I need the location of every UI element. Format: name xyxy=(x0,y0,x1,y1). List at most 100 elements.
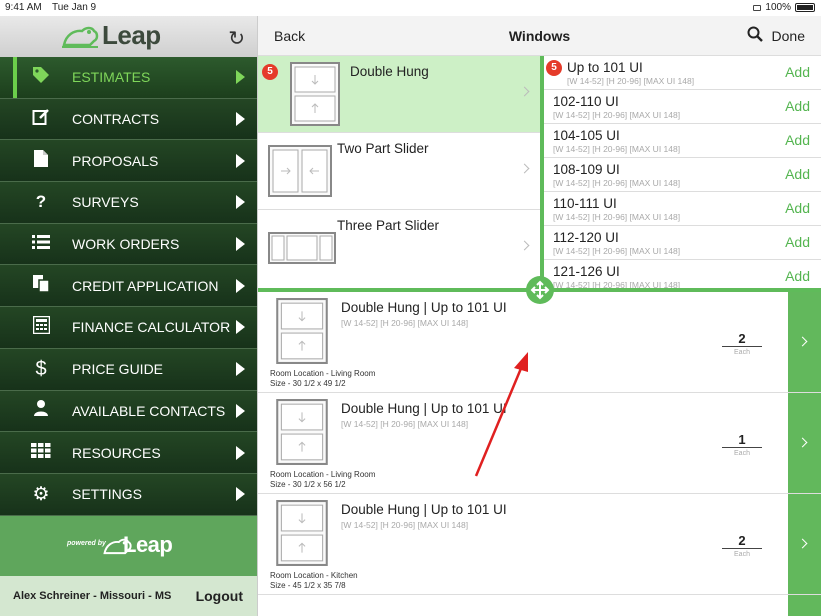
frog-logo-icon xyxy=(103,538,132,555)
item-size: Size - 30 1/2 x 56 1/2 xyxy=(270,480,346,489)
screen-mirror-icon xyxy=(753,4,762,11)
item-detail-button[interactable] xyxy=(788,292,821,392)
item-size: Size - 45 1/2 x 35 7/8 xyxy=(270,581,346,590)
status-time: 9:41 AM xyxy=(5,2,42,13)
chevron-right-icon xyxy=(236,445,245,460)
chevron-right-icon xyxy=(519,240,530,251)
sidebar-item-contracts[interactable]: CONTRACTS xyxy=(0,98,257,141)
window-type-three-part-slider[interactable]: Three Part Slider xyxy=(258,210,540,287)
status-right: 100% xyxy=(753,2,815,13)
count-badge: 5 xyxy=(262,64,278,80)
sidebar-item-label: CREDIT APPLICATION xyxy=(72,277,219,294)
sidebar-item-label: ESTIMATES xyxy=(72,69,151,86)
item-size: Size - 30 1/2 x 49 1/2 xyxy=(270,379,346,388)
sidebar-item-proposals[interactable]: PROPOSALS xyxy=(0,140,257,183)
status-bar: 9:41 AM Tue Jan 9 100% xyxy=(0,0,821,16)
size-name: Up to 101 UI xyxy=(567,60,643,75)
size-dimensions: [W 14-52] [H 20-96] [MAX UI 148] xyxy=(567,76,695,86)
item-dimensions: [W 14-52] [H 20-96] [MAX UI 148] xyxy=(341,419,469,429)
size-dimensions: [W 14-52] [H 20-96] [MAX UI 148] xyxy=(553,110,681,120)
sidebar-item-finance-calculator[interactable]: FINANCE CALCULATOR xyxy=(0,307,257,349)
two-part-slider-window-icon xyxy=(268,145,332,197)
sidebar-item-available-contacts[interactable]: AVAILABLE CONTACTS xyxy=(0,390,257,433)
sidebar-item-resources[interactable]: RESOURCES xyxy=(0,432,257,474)
sidebar-item-credit-application[interactable]: CREDIT APPLICATION xyxy=(0,265,257,308)
window-type-list: 5 Double Hung Two Part Slider Three Part… xyxy=(258,56,540,288)
chevron-right-icon xyxy=(236,112,245,127)
quantity-field[interactable]: 1 xyxy=(722,432,762,448)
refresh-icon[interactable]: ↻ xyxy=(228,26,245,51)
size-name: 108-109 UI xyxy=(553,162,620,177)
sidebar-item-settings[interactable]: ⚙ SETTINGS xyxy=(0,473,257,516)
add-button[interactable]: Add xyxy=(785,132,810,148)
item-detail-button[interactable] xyxy=(788,494,821,594)
sidebar-item-surveys[interactable]: ? SURVEYS xyxy=(0,182,257,224)
sidebar-item-label: PRICE GUIDE xyxy=(72,361,164,378)
window-type-name: Three Part Slider xyxy=(337,218,440,233)
add-button[interactable]: Add xyxy=(785,166,810,182)
powered-by-text: powered by xyxy=(67,540,106,547)
quantity-unit: Each xyxy=(734,349,750,356)
table-row[interactable]: Double Hung | Up to 101 UI [W 14-52] [H … xyxy=(258,393,821,494)
list-item[interactable]: 121-126 UI [W 14-52] [H 20-96] [MAX UI 1… xyxy=(544,260,821,288)
table-row[interactable]: Double Hung | Up to 101 UI [W 14-52] [H … xyxy=(258,494,821,595)
add-button[interactable]: Add xyxy=(785,268,810,284)
size-dimensions: [W 14-52] [H 20-96] [MAX UI 148] xyxy=(553,178,681,188)
add-button[interactable]: Add xyxy=(785,98,810,114)
copy-icon xyxy=(30,274,52,298)
list-item[interactable]: 112-120 UI [W 14-52] [H 20-96] [MAX UI 1… xyxy=(544,226,821,260)
item-detail-button[interactable] xyxy=(788,393,821,493)
chevron-right-icon xyxy=(236,153,245,168)
size-name: 104-105 UI xyxy=(553,128,620,143)
user-info: Alex Schreiner - Missouri - MS xyxy=(13,590,172,602)
battery-icon xyxy=(795,3,815,12)
page-title: Windows xyxy=(508,28,571,44)
main-panel: Back Windows Done 5 Double Hung Two Part… xyxy=(257,16,821,616)
list-item[interactable]: 102-110 UI [W 14-52] [H 20-96] [MAX UI 1… xyxy=(544,90,821,124)
done-button[interactable]: Done xyxy=(772,28,805,44)
window-type-two-part-slider[interactable]: Two Part Slider xyxy=(258,133,540,210)
add-button[interactable]: Add xyxy=(785,64,810,80)
sidebar-menu: ESTIMATES CONTRACTS PROPOSALS ? SURVEYS xyxy=(0,57,257,516)
status-date: Tue Jan 9 xyxy=(52,2,97,13)
chevron-right-icon xyxy=(236,237,245,252)
size-name: 121-126 UI xyxy=(553,264,620,279)
sidebar-item-estimates[interactable]: ESTIMATES xyxy=(0,57,257,99)
dollar-icon: $ xyxy=(35,357,47,380)
size-dimensions: [W 14-52] [H 20-96] [MAX UI 148] xyxy=(553,246,681,256)
question-icon: ? xyxy=(35,192,47,212)
chevron-right-icon xyxy=(236,487,245,502)
add-button[interactable]: Add xyxy=(785,200,810,216)
powered-by-banner: powered by Leap xyxy=(0,516,257,576)
chevron-right-icon xyxy=(236,70,245,85)
chevron-right-icon xyxy=(236,362,245,377)
edit-icon xyxy=(30,108,52,131)
table-row[interactable]: Double Hung | Up to 101 UI [W 14-52] [H … xyxy=(258,292,821,393)
size-dimensions: [W 14-52] [H 20-96] [MAX UI 148] xyxy=(553,280,681,288)
list-item[interactable]: 110-111 UI [W 14-52] [H 20-96] [MAX UI 1… xyxy=(544,192,821,226)
item-location: Room Location - Kitchen xyxy=(270,571,358,580)
size-name: 102-110 UI xyxy=(553,94,619,109)
gear-icon: ⚙ xyxy=(32,483,50,505)
quantity-field[interactable]: 2 xyxy=(722,533,762,549)
quantity-unit: Each xyxy=(734,450,750,457)
frog-logo-icon xyxy=(62,26,99,48)
grid-icon xyxy=(30,442,52,463)
quantity-field[interactable]: 2 xyxy=(722,331,762,347)
size-name: 112-120 UI xyxy=(553,230,619,245)
chevron-right-icon xyxy=(236,403,245,418)
list-item[interactable]: 108-109 UI [W 14-52] [H 20-96] [MAX UI 1… xyxy=(544,158,821,192)
search-icon[interactable] xyxy=(747,26,763,42)
list-item[interactable]: Up to 101 UI [W 14-52] [H 20-96] [MAX UI… xyxy=(544,56,821,90)
sidebar-footer: Alex Schreiner - Missouri - MS Logout xyxy=(0,576,257,616)
app-logo: Leap xyxy=(62,20,161,51)
sidebar-item-label: FINANCE CALCULATOR xyxy=(72,319,231,336)
add-button[interactable]: Add xyxy=(785,234,810,250)
battery-percent: 100% xyxy=(765,2,791,13)
window-type-double-hung[interactable]: 5 Double Hung xyxy=(258,56,540,133)
sidebar-item-work-orders[interactable]: WORK ORDERS xyxy=(0,223,257,266)
logout-button[interactable]: Logout xyxy=(196,588,243,604)
sidebar-item-price-guide[interactable]: $ PRICE GUIDE xyxy=(0,348,257,391)
item-detail-button[interactable] xyxy=(788,595,821,616)
list-item[interactable]: 104-105 UI [W 14-52] [H 20-96] [MAX UI 1… xyxy=(544,124,821,158)
